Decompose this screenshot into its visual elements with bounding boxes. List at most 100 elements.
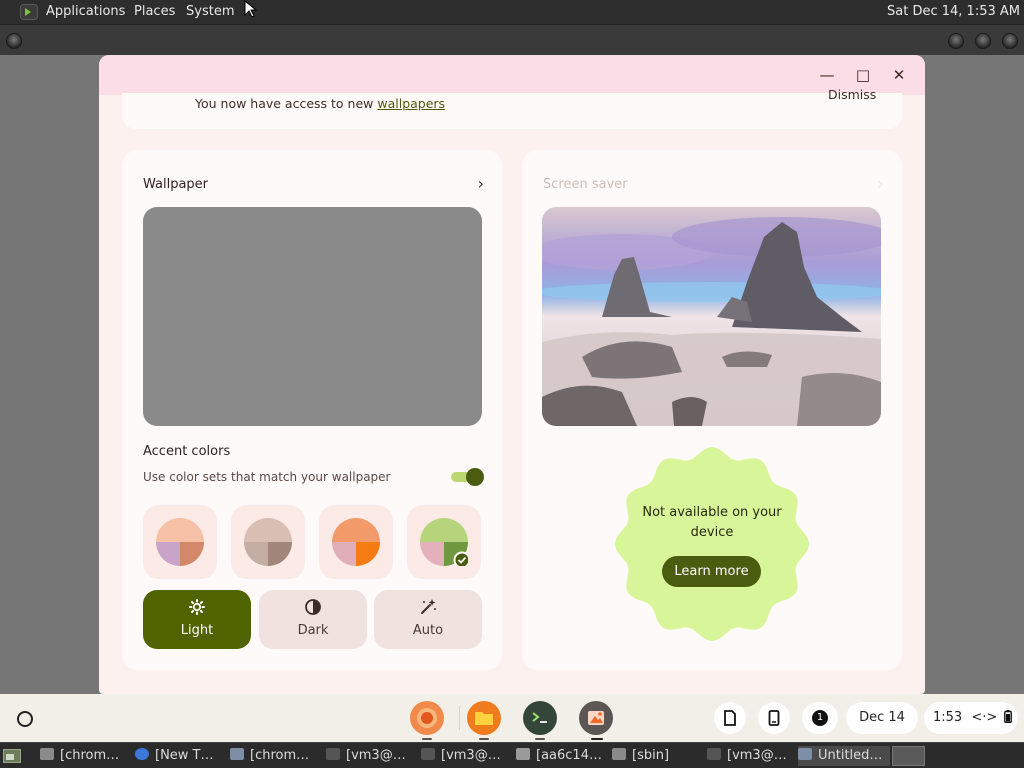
taskbar-item[interactable]: Untitled…	[798, 746, 890, 766]
color-swatch[interactable]	[407, 505, 481, 579]
folder-icon	[612, 748, 626, 760]
banner-message: You now have access to new	[195, 96, 378, 111]
chrome-app-icon[interactable]	[410, 701, 444, 735]
swatch-pie-icon	[420, 518, 468, 566]
app-titlebar: — □ ✕	[99, 55, 925, 95]
bottom-taskbar: [chrom… [New T… [chrom… [vm3@… [vm3@… [aa6c14…	[0, 742, 1024, 768]
contrast-icon	[305, 599, 321, 615]
dark-mode-button[interactable]: Dark	[259, 590, 367, 649]
folder-icon	[475, 712, 493, 725]
files-app-icon[interactable]	[467, 701, 501, 735]
swatch-top-half	[244, 518, 292, 542]
running-indicator	[479, 738, 489, 740]
workspace-switcher[interactable]	[892, 746, 925, 766]
wallpaper-banner: You now have access to new wallpapers Di…	[122, 87, 902, 129]
wallpaper-card: Wallpaper › Accent colors Use color sets…	[122, 150, 502, 670]
mouse-cursor-icon	[244, 0, 258, 18]
minimize-button[interactable]: —	[817, 65, 837, 85]
color-swatch[interactable]	[231, 505, 305, 579]
selected-check-icon	[453, 551, 468, 566]
swatch-bottom-left	[332, 542, 356, 566]
terminal-logo-icon[interactable]	[20, 4, 38, 20]
taskbar-item[interactable]: [vm3@…	[326, 746, 414, 766]
system-menu[interactable]: System	[186, 4, 234, 19]
window-menu-icon[interactable]	[6, 33, 22, 49]
terminal-icon	[532, 712, 547, 723]
launcher-icon[interactable]	[17, 711, 33, 727]
brightness-icon	[189, 599, 205, 615]
swatch-bottom-left	[420, 542, 444, 566]
palette-icon	[588, 711, 604, 725]
wallpaper-title[interactable]: Wallpaper	[143, 177, 208, 192]
chevron-right-icon: ›	[877, 174, 884, 193]
screensaver-card: Screen saver › Not available on your dev…	[522, 150, 902, 670]
taskbar-item-label: Untitled…	[818, 748, 883, 763]
status-tray[interactable]: 1:53 <·>	[924, 702, 1018, 734]
panel-clock[interactable]: Sat Dec 14, 1:53 AM	[887, 4, 1020, 19]
color-swatch[interactable]	[319, 505, 393, 579]
taskbar-item[interactable]: [chrom…	[40, 746, 128, 766]
taskbar-item[interactable]: [sbin]	[612, 746, 700, 766]
banner-text: You now have access to new wallpapers	[195, 96, 445, 111]
taskbar-item[interactable]: [chrom…	[230, 746, 318, 766]
taskbar-item[interactable]: [vm3@…	[421, 746, 509, 766]
swatch-top-half	[156, 518, 204, 542]
places-menu[interactable]: Places	[134, 4, 175, 19]
show-desktop-icon[interactable]	[3, 748, 21, 764]
swatch-bottom-left	[156, 542, 180, 566]
color-swatch[interactable]	[143, 505, 217, 579]
tote-button[interactable]	[714, 702, 746, 734]
light-mode-label: Light	[180, 623, 214, 638]
light-mode-button[interactable]: Light	[143, 590, 251, 649]
terminal-icon	[421, 748, 435, 760]
dark-mode-label: Dark	[297, 623, 329, 638]
seascape-image	[542, 207, 881, 426]
taskbar-item[interactable]: [aa6c14…	[516, 746, 604, 766]
swatch-top-half	[420, 518, 468, 542]
personalization-app-icon[interactable]	[579, 701, 613, 735]
wallpapers-link[interactable]: wallpapers	[377, 96, 445, 111]
maximize-button[interactable]: □	[853, 65, 873, 85]
chevron-right-icon[interactable]: ›	[478, 174, 484, 193]
network-icon: <·>	[971, 710, 998, 725]
swatch-bottom-right	[268, 542, 292, 566]
terminal-icon	[326, 748, 340, 760]
window-icon	[230, 748, 244, 760]
terminal-app-icon[interactable]	[523, 701, 557, 735]
chrome-icon	[417, 708, 437, 728]
auto-mode-button[interactable]: Auto	[374, 590, 482, 649]
notification-button[interactable]: 1	[802, 702, 838, 734]
chrome-icon	[135, 748, 149, 760]
date-tray[interactable]: Dec 14	[846, 702, 918, 734]
unavailable-badge-shape	[615, 447, 809, 641]
folder-icon	[40, 748, 54, 760]
badge-wave-shape	[615, 447, 809, 641]
host-maximize-icon[interactable]	[975, 33, 991, 49]
taskbar-item-label: [chrom…	[60, 748, 120, 763]
taskbar-item-label: [sbin]	[632, 748, 670, 763]
wallpaper-preview[interactable]	[143, 207, 482, 426]
taskbar-item-label: [vm3@…	[727, 748, 787, 763]
match-wallpaper-toggle[interactable]	[451, 468, 484, 486]
unavailable-text: Not available on your device	[642, 505, 782, 540]
top-panel: Applications Places System Sat Dec 14, 1…	[0, 0, 1024, 24]
taskbar-item-label: [chrom…	[250, 748, 310, 763]
close-button[interactable]: ✕	[889, 65, 909, 85]
swatch-pie-icon	[332, 518, 380, 566]
battery-icon	[1004, 710, 1013, 724]
taskbar-item-label: [vm3@…	[441, 748, 501, 763]
taskbar-item[interactable]: [New T…	[135, 746, 223, 766]
shelf: 1 Dec 14 1:53 <·>	[0, 694, 1024, 742]
shelf-divider	[459, 706, 460, 730]
drive-icon	[516, 748, 530, 760]
auto-mode-label: Auto	[412, 623, 444, 638]
running-indicator	[422, 738, 432, 740]
host-close-icon[interactable]	[1002, 33, 1018, 49]
dismiss-button[interactable]: Dismiss	[828, 87, 876, 102]
phone-hub-button[interactable]	[758, 702, 790, 734]
screensaver-title: Screen saver	[543, 177, 628, 192]
learn-more-button[interactable]: Learn more	[662, 556, 761, 587]
host-minimize-icon[interactable]	[948, 33, 964, 49]
taskbar-item[interactable]: [vm3@…	[707, 746, 795, 766]
applications-menu[interactable]: Applications	[46, 4, 125, 19]
